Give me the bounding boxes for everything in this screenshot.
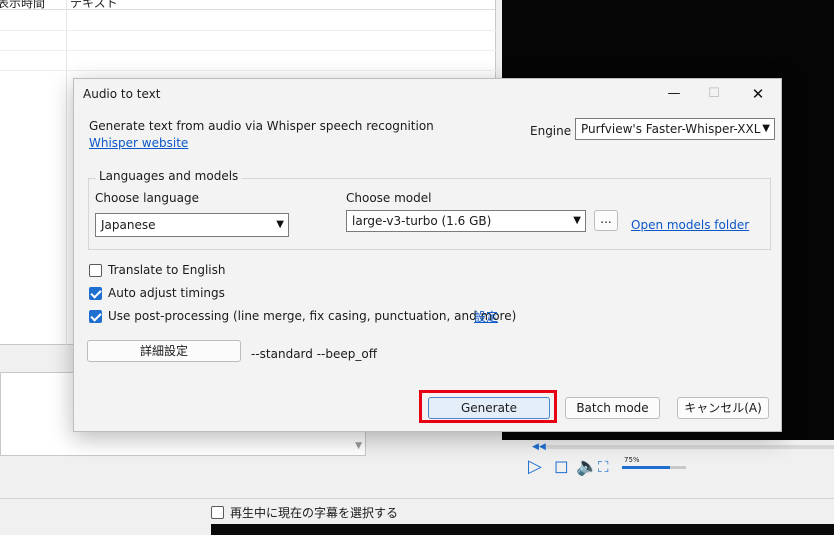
grid-row-line (0, 70, 496, 71)
group-title: Languages and models (96, 169, 242, 183)
grid-header: 表示時間 テキスト (0, 0, 495, 10)
auto-adjust-option[interactable]: Auto adjust timings (89, 286, 225, 300)
advanced-settings-button[interactable]: 詳細設定 (87, 340, 241, 362)
auto-adjust-label: Auto adjust timings (108, 286, 225, 300)
batch-mode-button[interactable]: Batch mode (565, 397, 660, 419)
auto-adjust-checkbox[interactable] (89, 286, 102, 300)
stop-icon[interactable]: ◻ (554, 456, 569, 478)
model-value: large-v3-turbo (1.6 GB) (352, 214, 492, 228)
model-select[interactable]: large-v3-turbo (1.6 GB) ▼ (346, 210, 586, 232)
browse-models-button[interactable]: ... (594, 210, 618, 231)
volume-slider[interactable] (622, 466, 686, 469)
volume-icon[interactable]: 🔈 (576, 456, 598, 478)
chevron-down-icon: ▼ (762, 123, 770, 134)
translate-checkbox[interactable] (89, 263, 102, 277)
description-text: Generate text from audio via Whisper spe… (89, 119, 434, 133)
waveform-area[interactable] (211, 524, 834, 535)
play-icon[interactable]: ▷ (528, 456, 542, 478)
post-processing-option[interactable]: Use post-processing (line merge, fix cas… (89, 309, 516, 323)
title-bar[interactable]: Audio to text — ☐ ✕ (74, 79, 781, 109)
volume-label: 75% (624, 456, 640, 464)
scroll-down-icon[interactable]: ▼ (355, 441, 362, 451)
language-label: Choose language (95, 191, 199, 205)
maximize-icon[interactable]: ☐ (694, 79, 734, 109)
model-label: Choose model (346, 191, 432, 205)
chevron-down-icon: ▼ (276, 219, 284, 230)
post-processing-label: Use post-processing (line merge, fix cas… (108, 309, 517, 323)
grid-header-time[interactable]: 表示時間 (0, 0, 45, 9)
post-processing-checkbox[interactable] (89, 309, 102, 323)
player-controls: ◀◀ ▷ ◻ 🔈 ⛶ 75% (520, 440, 834, 490)
fullscreen-icon[interactable]: ⛶ (598, 456, 609, 478)
advanced-params-text: --standard --beep_off (251, 347, 377, 361)
post-processing-settings-link[interactable]: 設定 (474, 308, 498, 325)
engine-label: Engine (530, 124, 572, 138)
generate-button[interactable]: Generate (428, 397, 550, 419)
grid-row-line (0, 50, 496, 51)
seek-bar[interactable] (546, 445, 834, 449)
open-models-folder-link[interactable]: Open models folder (631, 218, 749, 232)
volume-fill (622, 466, 670, 469)
rewind-icon[interactable]: ◀◀ (532, 442, 546, 452)
engine-select[interactable]: Purfview's Faster-Whisper-XXL ▼ (575, 118, 775, 140)
minimize-icon[interactable]: — (654, 79, 694, 109)
select-current-subtitle-label: 再生中に現在の字幕を選択する (230, 506, 399, 520)
audio-to-text-dialog: Audio to text — ☐ ✕ Generate text from a… (73, 78, 782, 432)
translate-label: Translate to English (108, 263, 226, 277)
select-current-subtitle-checkbox[interactable] (211, 506, 224, 519)
whisper-website-link[interactable]: Whisper website (89, 136, 188, 150)
status-divider (0, 498, 834, 499)
grid-column-divider (66, 0, 67, 345)
grid-header-text[interactable]: テキスト (70, 0, 118, 9)
dialog-title: Audio to text (83, 87, 161, 101)
translate-option[interactable]: Translate to English (89, 263, 226, 277)
chevron-down-icon: ▼ (573, 215, 581, 226)
language-value: Japanese (101, 218, 156, 232)
close-icon[interactable]: ✕ (738, 79, 778, 109)
language-select[interactable]: Japanese ▼ (95, 213, 289, 237)
engine-value: Purfview's Faster-Whisper-XXL (581, 122, 761, 136)
cancel-button[interactable]: キャンセル(A) (677, 397, 769, 419)
select-current-subtitle-option[interactable]: 再生中に現在の字幕を選択する (211, 504, 398, 521)
grid-row-line (0, 30, 496, 31)
